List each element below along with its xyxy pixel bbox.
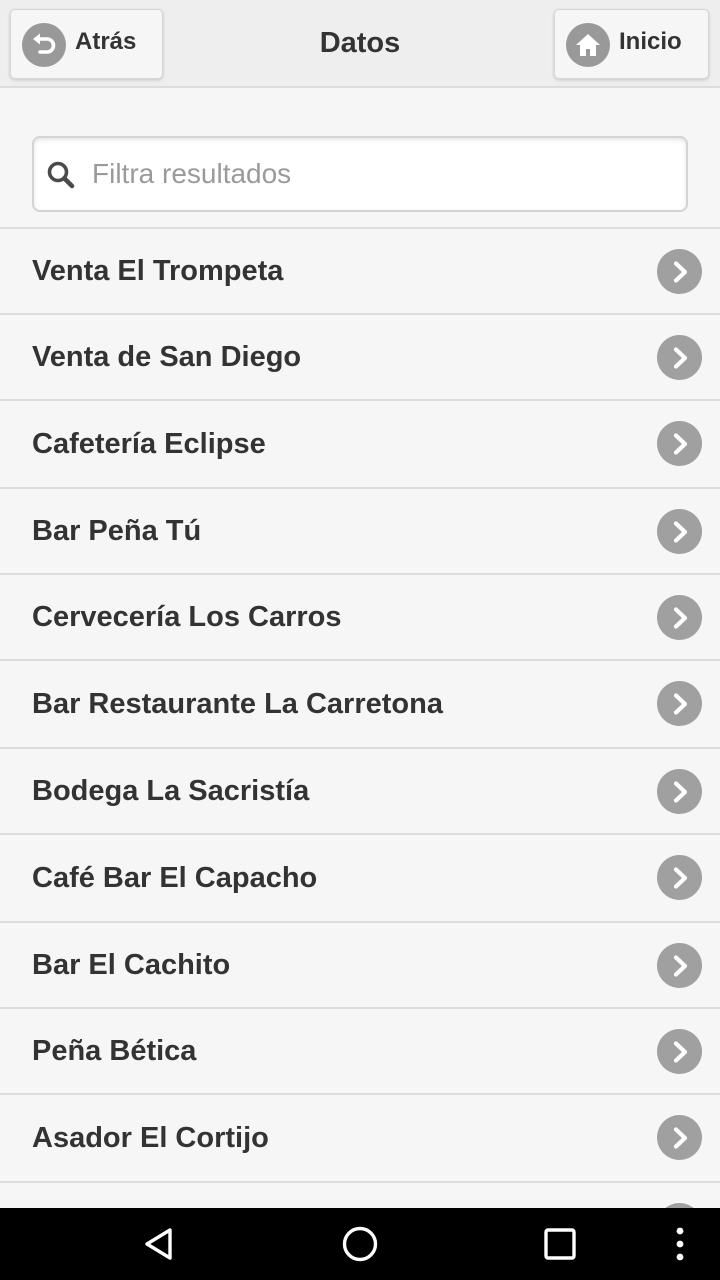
list-item-label: Cafetería Eclipse (32, 428, 266, 460)
list-item[interactable]: Bar Peña Tú (0, 489, 720, 575)
list-item-label: Peña Bética (32, 1035, 197, 1067)
list-item-label: Bar Peña Tú (32, 515, 202, 547)
results-list: Venta El Trompeta Venta de San Diego Cafet… (0, 229, 720, 1269)
search-box[interactable] (32, 136, 688, 212)
search-area (0, 88, 720, 229)
list-item[interactable]: Cafetería Eclipse (0, 401, 720, 489)
list-item-label: Bodega La Sacristía (32, 775, 310, 807)
chevron-right-circle-icon[interactable] (657, 681, 702, 726)
undo-arrow-icon (22, 23, 66, 67)
list-item-label: Café Bar El Capacho (32, 862, 318, 894)
search-input[interactable] (90, 148, 670, 200)
list-item[interactable]: Bar Restaurante La Carretona (0, 661, 720, 749)
back-button-label: Atrás (75, 28, 137, 55)
list-item[interactable]: Peña Bética (0, 1009, 720, 1095)
system-nav-bar (0, 1208, 720, 1280)
list-item[interactable]: Venta de San Diego (0, 315, 720, 401)
header-bar: Datos Atrás Inicio (0, 0, 720, 88)
list-item-label: Venta de San Diego (32, 341, 302, 373)
list-item[interactable]: Bar El Cachito (0, 923, 720, 1009)
list-item-label: Asador El Cortijo (32, 1122, 269, 1154)
list-item-label: Bar El Cachito (32, 949, 231, 981)
house-icon (566, 23, 610, 67)
home-button[interactable]: Inicio (554, 9, 709, 79)
circle-home-icon[interactable] (312, 1208, 408, 1280)
chevron-right-circle-icon[interactable] (657, 769, 702, 814)
triangle-back-icon[interactable] (112, 1208, 208, 1280)
chevron-right-circle-icon[interactable] (657, 421, 702, 466)
three-dots-menu-icon[interactable] (632, 1208, 720, 1280)
chevron-right-circle-icon[interactable] (657, 509, 702, 554)
square-recents-icon[interactable] (512, 1208, 608, 1280)
chevron-right-circle-icon[interactable] (657, 335, 702, 380)
list-item-label: Bar Restaurante La Carretona (32, 688, 443, 720)
chevron-right-circle-icon[interactable] (657, 595, 702, 640)
list-item[interactable]: Venta El Trompeta (0, 229, 720, 315)
chevron-right-circle-icon[interactable] (657, 1029, 702, 1074)
back-button[interactable]: Atrás (10, 9, 163, 79)
list-item[interactable]: Café Bar El Capacho (0, 835, 720, 923)
list-item[interactable]: Asador El Cortijo (0, 1095, 720, 1183)
home-button-label: Inicio (619, 28, 682, 55)
list-item-label: Cervecería Los Carros (32, 601, 342, 633)
magnifier-icon (44, 158, 78, 192)
chevron-right-circle-icon[interactable] (657, 249, 702, 294)
chevron-right-circle-icon[interactable] (657, 943, 702, 988)
list-item[interactable]: Bodega La Sacristía (0, 749, 720, 835)
chevron-right-circle-icon[interactable] (657, 1115, 702, 1160)
list-item-label: Venta El Trompeta (32, 255, 284, 287)
chevron-right-circle-icon[interactable] (657, 855, 702, 900)
list-item[interactable]: Cervecería Los Carros (0, 575, 720, 661)
